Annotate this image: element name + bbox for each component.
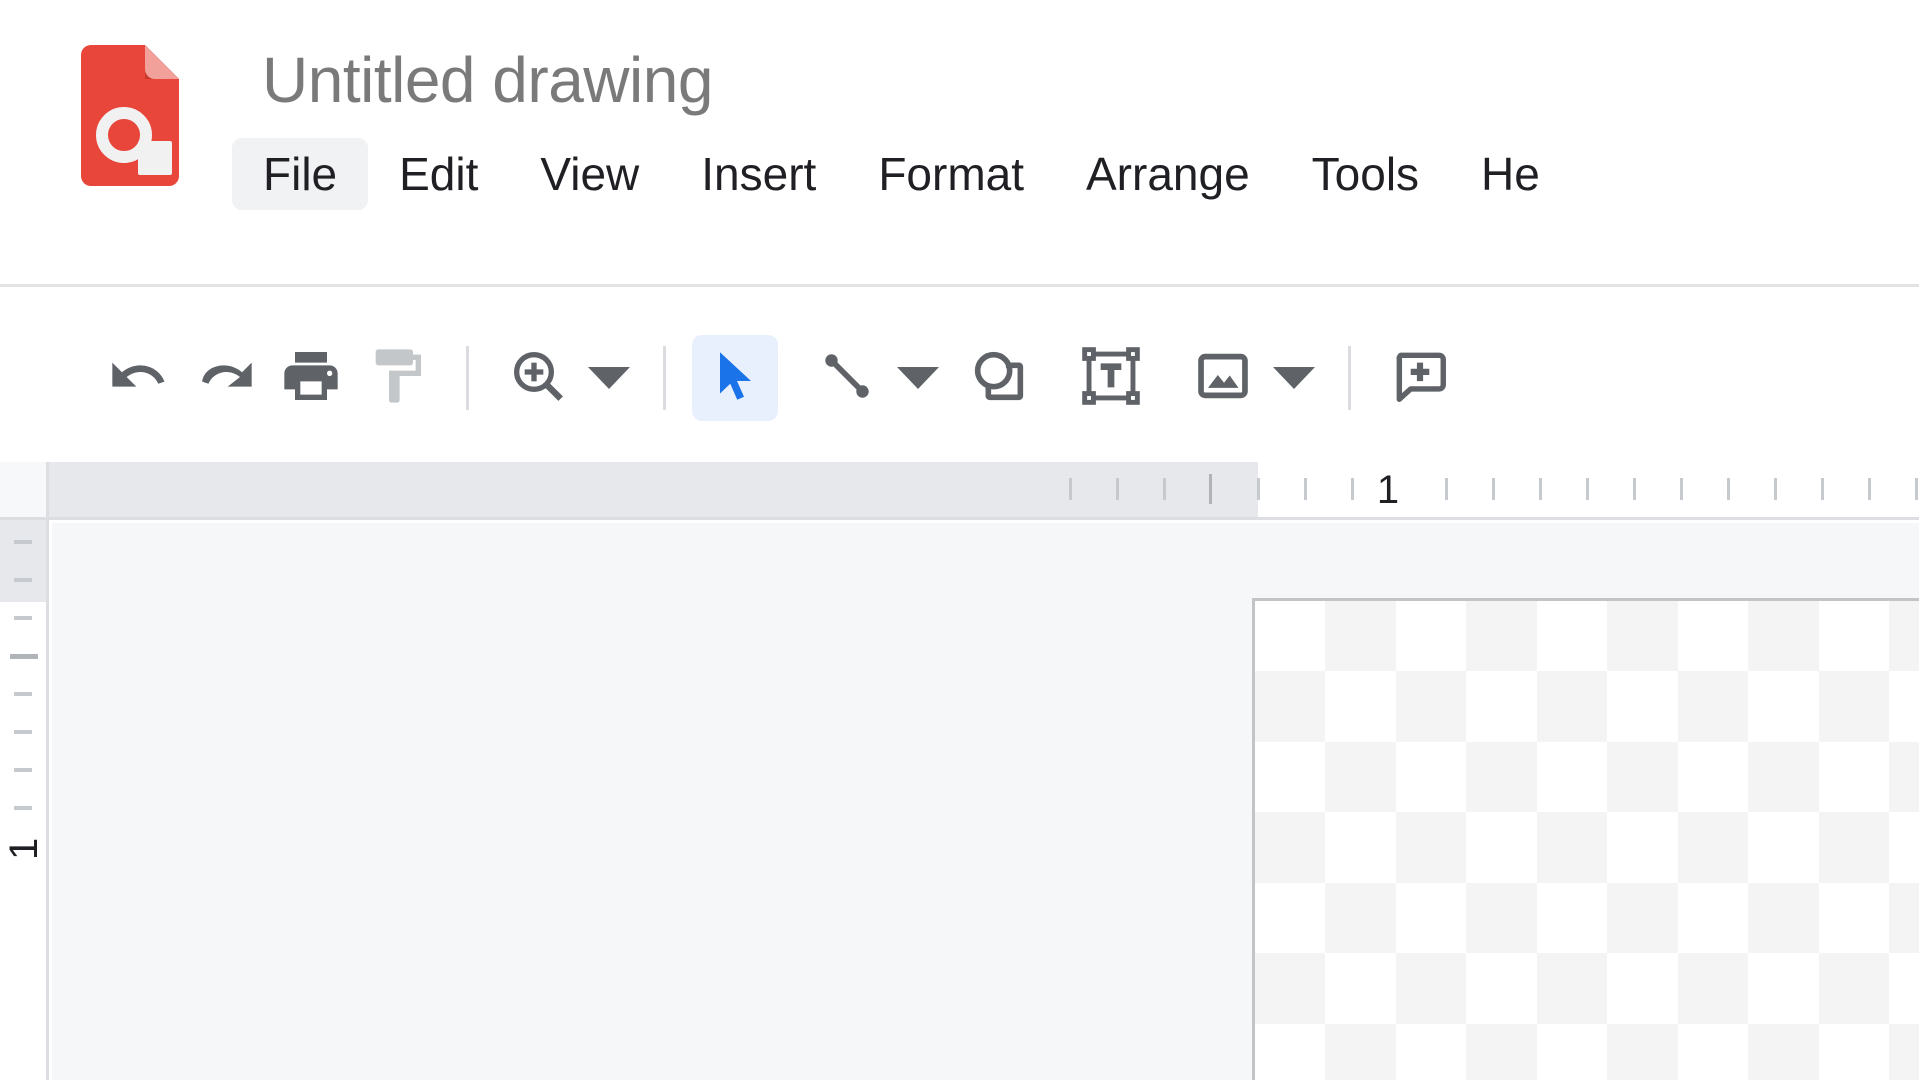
add-comment-icon (1389, 345, 1451, 412)
shape-tool-button[interactable] (956, 335, 1042, 421)
menu-item-help[interactable]: He (1450, 138, 1571, 210)
ruler-tick (14, 806, 32, 810)
menu-bar: File Edit View Insert Format Arrange Too… (232, 138, 1571, 210)
ruler-label: 1 (1377, 468, 1399, 512)
ruler-tick (1539, 478, 1542, 500)
undo-button[interactable] (96, 335, 182, 421)
vertical-ruler[interactable]: 1 (0, 520, 49, 1080)
ruler-tick (1680, 478, 1683, 500)
shape-icon (967, 344, 1031, 413)
toolbar-divider-1 (466, 346, 469, 410)
line-icon (816, 345, 878, 412)
drawing-workspace[interactable] (52, 523, 1919, 1080)
select-tool-icon (705, 346, 765, 411)
print-icon (279, 344, 343, 413)
ruler-label: 1 (2, 838, 47, 860)
print-button[interactable] (268, 335, 354, 421)
app-header-bar: Untitled drawing File Edit View Insert F… (0, 0, 1919, 287)
ruler-tick (1163, 478, 1166, 500)
redo-icon (193, 344, 257, 413)
menu-item-file[interactable]: File (232, 138, 368, 210)
menu-item-view[interactable]: View (509, 138, 670, 210)
menu-item-arrange[interactable]: Arrange (1055, 138, 1281, 210)
menu-item-edit[interactable]: Edit (368, 138, 509, 210)
add-comment-button[interactable] (1377, 335, 1463, 421)
undo-icon (107, 344, 171, 413)
document-title[interactable]: Untitled drawing (262, 40, 713, 120)
paint-format-button[interactable] (354, 335, 440, 421)
chevron-down-icon (1273, 367, 1315, 389)
ruler-tick-major (1209, 474, 1212, 504)
chevron-down-icon (588, 367, 630, 389)
image-dropdown-button[interactable] (1266, 335, 1322, 421)
image-icon (1192, 345, 1254, 412)
ruler-tick (14, 616, 32, 620)
zoom-in-icon (506, 344, 570, 413)
paint-format-icon (365, 344, 429, 413)
text-box-tool-button[interactable] (1068, 335, 1154, 421)
ruler-tick (14, 768, 32, 772)
toolbar-divider-3 (1348, 346, 1351, 410)
ruler-tick (1351, 478, 1354, 500)
ruler-tick (14, 540, 32, 544)
ruler-tick (1492, 478, 1495, 500)
horizontal-ruler[interactable]: 1 (49, 462, 1919, 520)
menu-item-tools[interactable]: Tools (1281, 138, 1450, 210)
ruler-tick (1915, 478, 1918, 500)
select-tool-button[interactable] (692, 335, 778, 421)
line-dropdown-button[interactable] (890, 335, 946, 421)
toolbar-divider-2 (663, 346, 666, 410)
ruler-tick (1868, 478, 1871, 500)
ruler-tick (14, 578, 32, 582)
ruler-tick (1633, 478, 1636, 500)
zoom-in-button[interactable] (495, 335, 581, 421)
ruler-tick (14, 692, 32, 696)
ruler-tick-major (10, 654, 38, 659)
google-drawings-logo-icon[interactable] (81, 45, 179, 186)
image-tool-button[interactable] (1180, 335, 1266, 421)
chevron-down-icon (897, 367, 939, 389)
zoom-dropdown-button[interactable] (581, 335, 637, 421)
text-box-icon (1080, 345, 1142, 412)
ruler-tick (1069, 478, 1072, 500)
ruler-tick (1304, 478, 1307, 500)
ruler-tick (1586, 478, 1589, 500)
ruler-tick (1821, 478, 1824, 500)
line-tool-button[interactable] (804, 335, 890, 421)
ruler-tick (1727, 478, 1730, 500)
ruler-tick (1774, 478, 1777, 500)
ruler-tick (14, 730, 32, 734)
ruler-tick (1445, 478, 1448, 500)
ruler-tick (1257, 478, 1260, 500)
ruler-tick (1116, 478, 1119, 500)
menu-item-insert[interactable]: Insert (670, 138, 847, 210)
ruler-corner (0, 462, 49, 520)
redo-button[interactable] (182, 335, 268, 421)
main-toolbar (0, 290, 1919, 468)
drawing-canvas[interactable] (1252, 598, 1919, 1080)
menu-item-format[interactable]: Format (847, 138, 1055, 210)
